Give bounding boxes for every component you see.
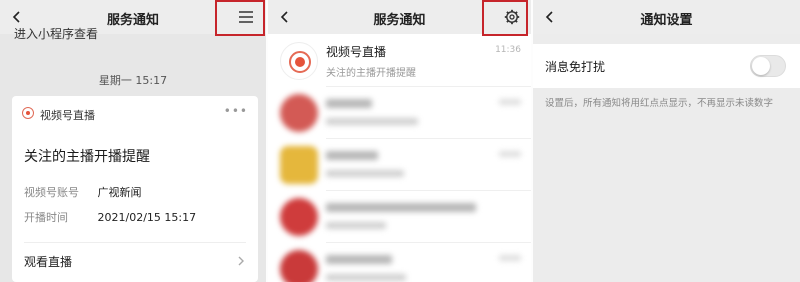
- do-not-disturb-toggle[interactable]: [750, 55, 786, 77]
- open-mini-program-link[interactable]: 进入小程序查看: [14, 25, 98, 42]
- settings-highlight-box: [482, 0, 528, 36]
- avatar: [280, 146, 318, 184]
- field-value: 2021/02/15 15:17: [97, 211, 197, 224]
- live-icon: [280, 42, 318, 80]
- page-title: 通知设置: [640, 13, 693, 28]
- service-notice-list-screen: 服务通知 视频号直播 关注的主播开播提醒 11:36: [268, 0, 531, 282]
- chevron-right-icon: [238, 256, 244, 266]
- blurred-time: [499, 255, 521, 261]
- list-item[interactable]: [268, 87, 531, 139]
- blurred-title: [326, 203, 476, 212]
- blurred-time: [499, 151, 521, 157]
- watch-live-label: 观看直播: [24, 255, 73, 269]
- field-row-account: 视频号账号 广视新闻: [24, 184, 142, 200]
- blurred-subtitle: [326, 118, 418, 125]
- card-header: 视频号直播 •••: [22, 104, 248, 124]
- divider: [24, 242, 246, 243]
- top-nav-bar: 通知设置: [533, 0, 800, 34]
- blurred-title: [326, 255, 392, 264]
- blurred-subtitle: [326, 170, 404, 177]
- live-icon: [22, 107, 34, 119]
- field-value: 广视新闻: [97, 186, 142, 199]
- blurred-subtitle: [326, 222, 386, 229]
- notification-card: 视频号直播 ••• 关注的主播开播提醒 视频号账号 广视新闻 开播时间 2021…: [12, 96, 258, 282]
- avatar: [280, 94, 318, 132]
- do-not-disturb-row: 消息免打扰: [533, 44, 800, 88]
- menu-highlight-box: [215, 0, 265, 36]
- live-icon: [289, 51, 311, 73]
- list-item[interactable]: [268, 191, 531, 243]
- more-options-icon[interactable]: •••: [224, 104, 248, 118]
- avatar: [280, 198, 318, 236]
- field-key: 开播时间: [24, 211, 68, 224]
- list-item[interactable]: [268, 139, 531, 191]
- field-key: 视频号账号: [24, 186, 79, 199]
- avatar: [280, 250, 318, 282]
- blurred-time: [499, 99, 521, 105]
- watch-live-button[interactable]: 观看直播: [24, 250, 246, 272]
- item-title: 视频号直播: [326, 45, 387, 59]
- list-item-video-live[interactable]: 视频号直播 关注的主播开播提醒 11:36: [268, 35, 531, 87]
- list-item[interactable]: [268, 243, 531, 282]
- do-not-disturb-label: 消息免打扰: [545, 60, 606, 74]
- field-row-start-time: 开播时间 2021/02/15 15:17: [24, 209, 196, 225]
- notification-settings-screen: 通知设置 消息免打扰 设置后，所有通知将用红点点显示，不再显示未读数字: [533, 0, 800, 282]
- card-title: 关注的主播开播提醒: [24, 149, 150, 165]
- message-timestamp: 星期一 15:17: [98, 74, 168, 87]
- service-notice-detail-screen: 服务通知 进入小程序查看 星期一 15:17 视频号直播 ••• 关注的主播开播…: [0, 0, 266, 282]
- setting-description: 设置后，所有通知将用红点点显示，不再显示未读数字: [545, 98, 774, 109]
- card-source: 视频号直播: [40, 109, 95, 122]
- blurred-title: [326, 151, 378, 160]
- blurred-title: [326, 99, 372, 108]
- blurred-subtitle: [326, 274, 406, 281]
- item-subtitle: 关注的主播开播提醒: [326, 68, 416, 79]
- item-time: 11:36: [495, 45, 521, 55]
